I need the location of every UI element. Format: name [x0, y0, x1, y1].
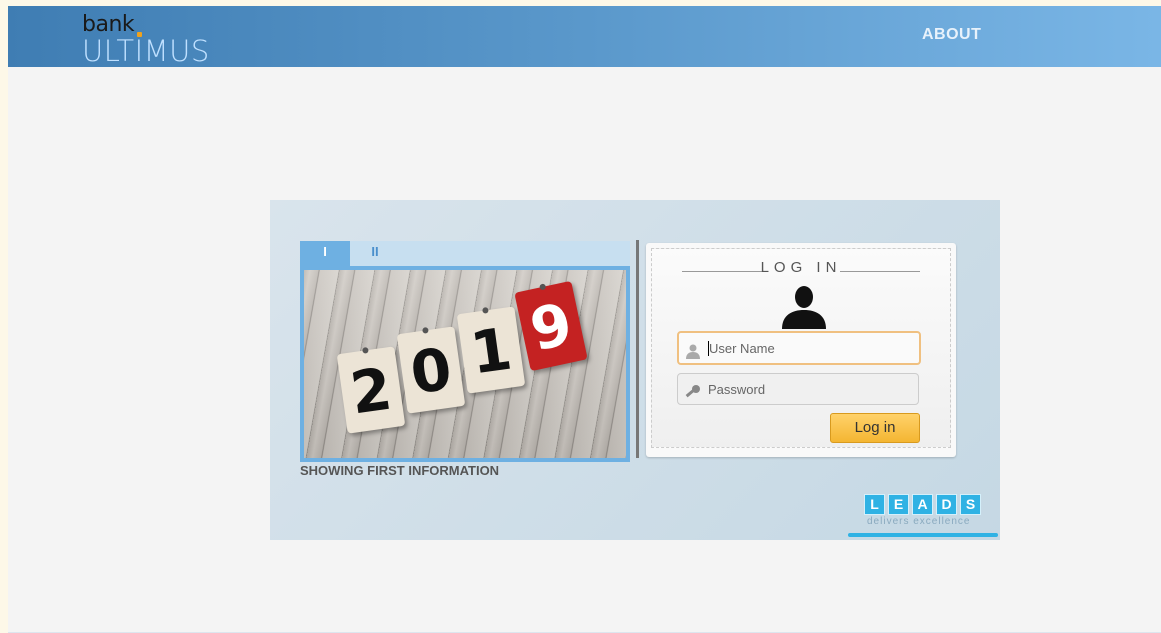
- digit-card: 1: [456, 306, 526, 394]
- username-placeholder: User Name: [709, 341, 775, 356]
- slide-image-2019[interactable]: 2 0 1 9: [300, 266, 630, 462]
- title-line-right: [840, 271, 920, 272]
- slider-tabs: I II: [300, 241, 630, 266]
- top-header: bank ULTIMUS ABOUT: [8, 6, 1161, 68]
- slide-caption: SHOWING FIRST INFORMATION: [300, 463, 500, 478]
- user-silhouette-icon: [782, 286, 826, 329]
- login-form: LOG IN User Name Password Log in: [646, 243, 956, 457]
- digit-card: 0: [396, 326, 466, 414]
- login-title: LOG IN: [760, 259, 842, 276]
- password-field[interactable]: Password: [677, 373, 919, 405]
- leads-badge: L E A D S delivers excellence: [864, 494, 986, 534]
- vertical-divider: [636, 240, 639, 458]
- password-placeholder: Password: [708, 382, 766, 397]
- leads-letter: S: [960, 494, 981, 515]
- logo-ultimus-text: ULTIMUS: [82, 34, 210, 68]
- slider-tab-2[interactable]: II: [350, 241, 400, 266]
- leads-tagline: delivers excellence: [867, 516, 971, 527]
- leads-letter: L: [864, 494, 885, 515]
- page-frame: bank ULTIMUS ABOUT I II 2 0 1 9 SHOWING …: [8, 6, 1161, 633]
- leads-letter: E: [888, 494, 909, 515]
- logo-dot: [137, 32, 142, 37]
- login-panel: I II 2 0 1 9 SHOWING FIRST INFORMATION L…: [270, 200, 1000, 540]
- bank-ultimus-logo[interactable]: bank ULTIMUS: [82, 12, 210, 68]
- leads-letter: A: [912, 494, 933, 515]
- login-button[interactable]: Log in: [830, 413, 920, 443]
- user-icon: [686, 344, 700, 359]
- leads-letter: D: [936, 494, 957, 515]
- username-field[interactable]: User Name: [677, 331, 921, 365]
- leads-underline: [848, 533, 998, 537]
- logo-bank-text: bank: [82, 12, 135, 37]
- slider-tab-1[interactable]: I: [300, 241, 350, 266]
- key-icon: [685, 385, 700, 398]
- digit-card: 2: [336, 346, 406, 434]
- nav-about-link[interactable]: ABOUT: [922, 26, 981, 44]
